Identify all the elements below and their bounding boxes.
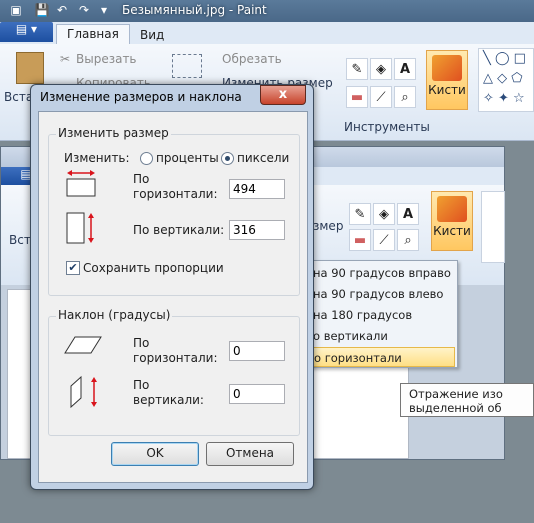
close-icon: x: [278, 87, 288, 102]
crop-label[interactable]: Обрезать: [222, 52, 282, 66]
resize-horizontal-input[interactable]: [229, 179, 285, 199]
skew-horizontal-label-2: горизонтали:: [133, 351, 218, 365]
vertical-skew-icon: [70, 375, 97, 409]
keep-ratio-checkbox[interactable]: ✔: [66, 261, 80, 275]
color-picker-icon[interactable]: ⟋: [370, 86, 392, 108]
resize-skew-dialog: Изменение размеров и наклона x Изменить …: [30, 84, 314, 490]
file-menu-button[interactable]: ▤ ▾: [0, 22, 53, 42]
skew-vertical-label-1: По: [133, 378, 150, 392]
resize-horizontal-label-2: горизонтали:: [133, 187, 218, 201]
window2-brush-icon: [437, 196, 467, 222]
resize-horizontal-label-1: По: [133, 172, 150, 186]
text-icon[interactable]: A: [394, 58, 416, 80]
window2-color-picker-icon[interactable]: ⟋: [373, 229, 395, 251]
skew-horizontal-input[interactable]: [229, 341, 285, 361]
window-title: Безымянный.jpg - Paint: [122, 3, 267, 17]
tooltip-line-1: Отражение изо: [409, 387, 503, 401]
ok-button[interactable]: OK: [111, 442, 199, 466]
dialog-title: Изменение размеров и наклона: [40, 90, 242, 104]
menu-item-flip-horizontal[interactable]: о горизонтали: [301, 347, 455, 367]
save-icon[interactable]: 💾: [34, 3, 50, 18]
rotate-menu: на 90 градусов вправо на 90 градусов вле…: [300, 260, 458, 368]
skew-vertical-label-2: вертикали:: [133, 393, 204, 407]
skew-vertical-input[interactable]: [229, 384, 285, 404]
window2-resize-label[interactable]: змер: [313, 219, 343, 233]
pixels-radio[interactable]: [221, 152, 234, 165]
change-by-label: Изменить:: [64, 151, 130, 165]
tooltip: Отражение изо выделенной об: [400, 383, 534, 417]
tab-view[interactable]: Вид: [130, 26, 174, 44]
chevron-down-icon[interactable]: ▾: [96, 3, 112, 18]
resize-group-title: Изменить размер: [56, 126, 171, 140]
window2-fill-icon[interactable]: ◈: [373, 203, 395, 225]
keep-ratio-label[interactable]: Сохранить пропорции: [83, 261, 224, 275]
percent-radio[interactable]: [140, 152, 153, 165]
magnifier-icon[interactable]: ⌕: [394, 86, 416, 108]
percent-label[interactable]: проценты: [156, 151, 219, 165]
dialog-body: Изменить размер Изменить: проценты пиксе…: [38, 111, 308, 483]
fill-icon[interactable]: ◈: [370, 58, 392, 80]
pixels-label[interactable]: пиксели: [237, 151, 289, 165]
paste-label[interactable]: Вста: [4, 90, 33, 104]
vertical-resize-icon: [66, 212, 94, 244]
title-bar: ▣ 💾 ↶ ↷ ▾ Безымянный.jpg - Paint: [0, 0, 534, 22]
paint-app-icon[interactable]: ▣: [8, 3, 24, 18]
shapes-gallery[interactable]: ╲ ◯ □ △ ◇ ⬠ ✧ ✦ ☆: [478, 48, 534, 112]
paste-icon[interactable]: [16, 52, 44, 84]
cut-label[interactable]: Вырезать: [76, 52, 137, 66]
window2-brushes-button[interactable]: Кисти: [431, 191, 473, 251]
select-icon[interactable]: [172, 54, 202, 78]
scissors-icon: ✂: [60, 52, 71, 66]
resize-vertical-label: По вертикали:: [133, 223, 225, 237]
skew-group-title: Наклон (градусы): [56, 308, 173, 322]
eraser-icon[interactable]: ▬: [346, 86, 368, 108]
menu-item-rotate-left[interactable]: на 90 градусов влево: [301, 284, 455, 304]
window2-brushes-label: Кисти: [433, 224, 471, 238]
horizontal-resize-icon: [66, 170, 96, 197]
pencil-icon[interactable]: ✎: [346, 58, 368, 80]
menu-item-rotate-180[interactable]: на 180 градусов: [301, 305, 455, 325]
menu-item-flip-vertical[interactable]: о вертикали: [301, 326, 455, 346]
tooltip-line-2: выделенной об: [409, 401, 502, 415]
redo-icon[interactable]: ↷: [76, 3, 92, 18]
cancel-button[interactable]: Отмена: [206, 442, 294, 466]
resize-vertical-input[interactable]: [229, 220, 285, 240]
brush-icon: [432, 55, 462, 81]
window2-text-icon[interactable]: A: [397, 203, 419, 225]
brushes-label: Кисти: [428, 83, 466, 97]
brushes-button[interactable]: Кисти: [426, 50, 468, 110]
undo-icon[interactable]: ↶: [54, 3, 70, 18]
window2-magnifier-icon[interactable]: ⌕: [397, 229, 419, 251]
window2-eraser-icon[interactable]: ▬: [349, 229, 371, 251]
window2-shapes-gallery[interactable]: [481, 191, 505, 263]
menu-item-rotate-right[interactable]: на 90 градусов вправо: [301, 263, 455, 283]
skew-horizontal-label-1: По: [133, 336, 150, 350]
menu-icon: ▤ ▾: [15, 22, 38, 36]
horizontal-skew-icon: [64, 336, 102, 354]
tab-home[interactable]: Главная: [56, 24, 130, 46]
tools-group-label: Инструменты: [344, 120, 430, 134]
window2-pencil-icon[interactable]: ✎: [349, 203, 371, 225]
close-button[interactable]: x: [260, 85, 306, 105]
